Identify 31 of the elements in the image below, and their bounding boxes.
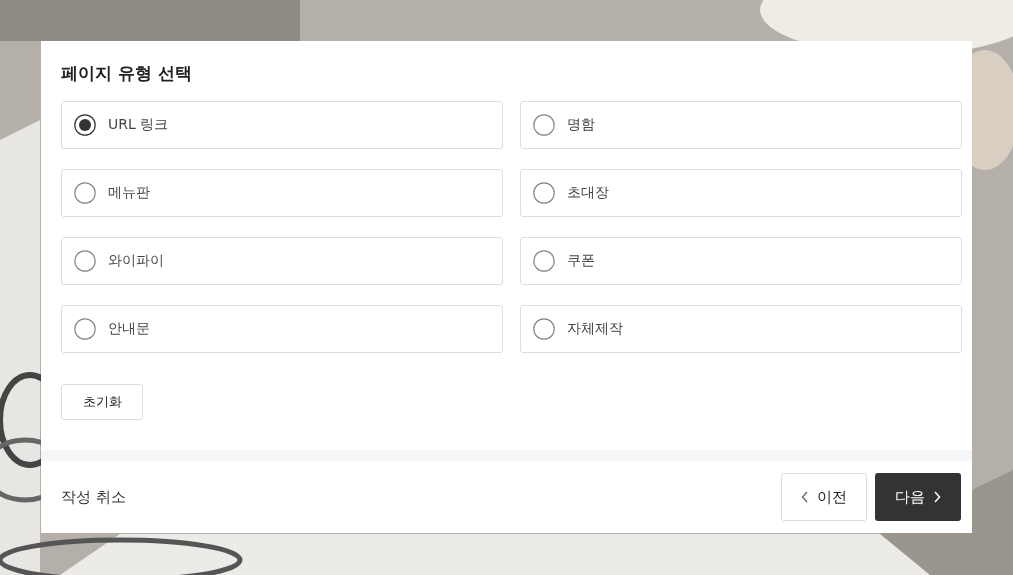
radio-button[interactable] (533, 318, 555, 340)
option-label: 초대장 (567, 184, 609, 202)
option-card[interactable]: 안내문 (61, 305, 503, 353)
option-label: 자체제작 (567, 320, 623, 338)
option-label: 쿠폰 (567, 252, 595, 270)
option-label: 안내문 (108, 320, 150, 338)
option-label: 메뉴판 (108, 184, 150, 202)
option-card[interactable]: 자체제작 (520, 305, 962, 353)
radio-button[interactable] (533, 250, 555, 272)
radio-button[interactable] (74, 318, 96, 340)
option-label: 명함 (567, 116, 595, 134)
radio-button[interactable] (74, 114, 96, 136)
option-card[interactable]: 와이파이 (61, 237, 503, 285)
radio-button[interactable] (533, 114, 555, 136)
cancel-link[interactable]: 작성 취소 (61, 487, 126, 507)
option-card[interactable]: 쿠폰 (520, 237, 962, 285)
previous-button[interactable]: 이전 (781, 473, 867, 521)
radio-button[interactable] (74, 182, 96, 204)
option-label: URL 링크 (108, 116, 169, 134)
chevron-right-icon (933, 491, 941, 503)
option-card[interactable]: 메뉴판 (61, 169, 503, 217)
option-card[interactable]: URL 링크 (61, 101, 503, 149)
chevron-left-icon (801, 491, 809, 503)
option-card[interactable]: 명함 (520, 101, 962, 149)
reset-button[interactable]: 초기화 (61, 384, 143, 420)
next-button[interactable]: 다음 (875, 473, 961, 521)
radio-button[interactable] (74, 250, 96, 272)
option-label: 와이파이 (108, 252, 164, 270)
radio-button[interactable] (533, 182, 555, 204)
option-card[interactable]: 초대장 (520, 169, 962, 217)
dialog-title: 페이지 유형 선택 (61, 62, 193, 85)
